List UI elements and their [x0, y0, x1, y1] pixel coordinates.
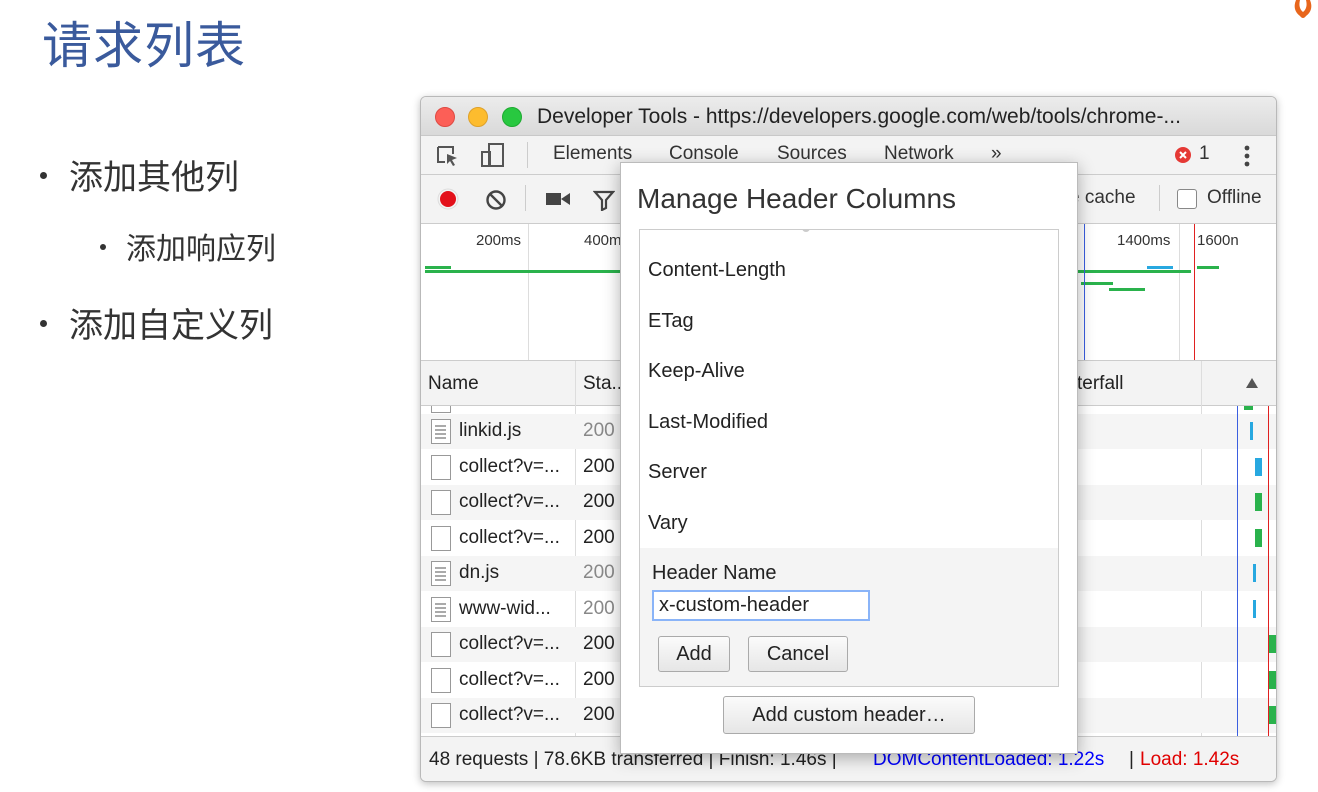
- request-name: collect?v=...: [459, 669, 560, 690]
- cancel-button[interactable]: Cancel: [748, 636, 848, 672]
- manage-header-columns-dialog: Manage Header Columns Content-Length ETa…: [620, 162, 1078, 754]
- request-status: 200: [583, 456, 615, 477]
- column-header-waterfall[interactable]: terfall: [1077, 373, 1123, 395]
- request-status: 200: [583, 669, 615, 690]
- header-columns-list[interactable]: Content-Length ETag Keep-Alive Last-Modi…: [639, 229, 1059, 687]
- add-custom-header-button[interactable]: Add custom header…: [723, 696, 975, 734]
- blank-file-icon: [431, 455, 451, 480]
- offline-label[interactable]: Offline: [1207, 187, 1262, 209]
- blank-file-icon: [431, 703, 451, 728]
- offline-checkbox[interactable]: [1177, 189, 1197, 209]
- request-status: 200: [583, 527, 615, 548]
- more-options-icon[interactable]: [1243, 144, 1251, 168]
- request-name: dn.js: [459, 562, 500, 583]
- timeline-tick: 1600n: [1197, 232, 1239, 249]
- capture-screenshots-icon[interactable]: [545, 191, 571, 207]
- error-icon[interactable]: [1174, 146, 1192, 164]
- device-toolbar-icon[interactable]: [479, 142, 507, 168]
- load-time: Load: 1.42s: [1140, 749, 1240, 770]
- bullet-item: 添加自定义列: [40, 298, 273, 347]
- request-name: collect?v=...: [459, 527, 560, 548]
- request-status: 200: [583, 704, 615, 725]
- script-file-icon: [431, 597, 451, 622]
- clear-icon[interactable]: [485, 189, 507, 211]
- script-file-icon: [431, 419, 451, 444]
- brand-logo-icon: [1294, 0, 1312, 18]
- request-name: collect?v=...: [459, 491, 560, 512]
- request-name: collect?v=...: [459, 633, 560, 654]
- request-status: 200: [583, 598, 615, 619]
- bullet-item: 添加其他列: [40, 150, 239, 199]
- request-status: 200: [583, 633, 615, 654]
- request-name: collect?v=...: [459, 704, 560, 725]
- header-option[interactable]: Last-Modified: [648, 411, 768, 434]
- status-separator: |: [1129, 749, 1134, 770]
- header-option[interactable]: Server: [648, 461, 707, 484]
- header-name-label: Header Name: [652, 562, 777, 584]
- request-status: 200: [583, 562, 615, 583]
- blank-file-icon: [431, 668, 451, 693]
- filter-icon[interactable]: [593, 189, 615, 211]
- bullet-sub-item: 添加响应列: [100, 224, 276, 268]
- dialog-title: Manage Header Columns: [637, 183, 957, 214]
- sort-ascending-icon[interactable]: [1245, 377, 1259, 389]
- header-option[interactable]: Vary: [648, 512, 688, 535]
- request-name: linkid.js: [459, 420, 522, 441]
- request-name: collect?v=...: [459, 456, 560, 477]
- window-titlebar: Developer Tools - https://developers.goo…: [421, 97, 1276, 136]
- record-icon[interactable]: [437, 188, 459, 210]
- column-header-name[interactable]: Name: [428, 373, 479, 395]
- request-status: 200: [583, 420, 615, 441]
- timeline-tick: 400m: [584, 232, 622, 249]
- blank-file-icon: [431, 526, 451, 551]
- header-name-input[interactable]: [652, 590, 870, 621]
- zoom-window-button[interactable]: [502, 107, 522, 127]
- disable-cache-label[interactable]: e cache: [1069, 187, 1136, 209]
- script-file-icon: [431, 561, 451, 586]
- error-count[interactable]: 1: [1199, 143, 1210, 165]
- blank-file-icon: [431, 490, 451, 515]
- request-name: www-wid...: [459, 598, 551, 619]
- inspect-element-icon[interactable]: [436, 145, 460, 167]
- header-option[interactable]: Content-Length: [648, 259, 786, 282]
- timeline-tick: 200ms: [476, 232, 522, 249]
- blank-file-icon: [431, 632, 451, 657]
- custom-header-form: Header Name Add Cancel: [640, 548, 1058, 686]
- timeline-tick: 1400ms: [1117, 232, 1171, 249]
- window-title: Developer Tools - https://developers.goo…: [537, 105, 1181, 128]
- header-option[interactable]: Keep-Alive: [648, 360, 745, 383]
- close-window-button[interactable]: [435, 107, 455, 127]
- request-status: 200: [583, 491, 615, 512]
- add-button[interactable]: Add: [658, 636, 730, 672]
- minimize-window-button[interactable]: [468, 107, 488, 127]
- slide-title: 请求列表: [42, 17, 246, 75]
- header-option[interactable]: ETag: [648, 310, 694, 333]
